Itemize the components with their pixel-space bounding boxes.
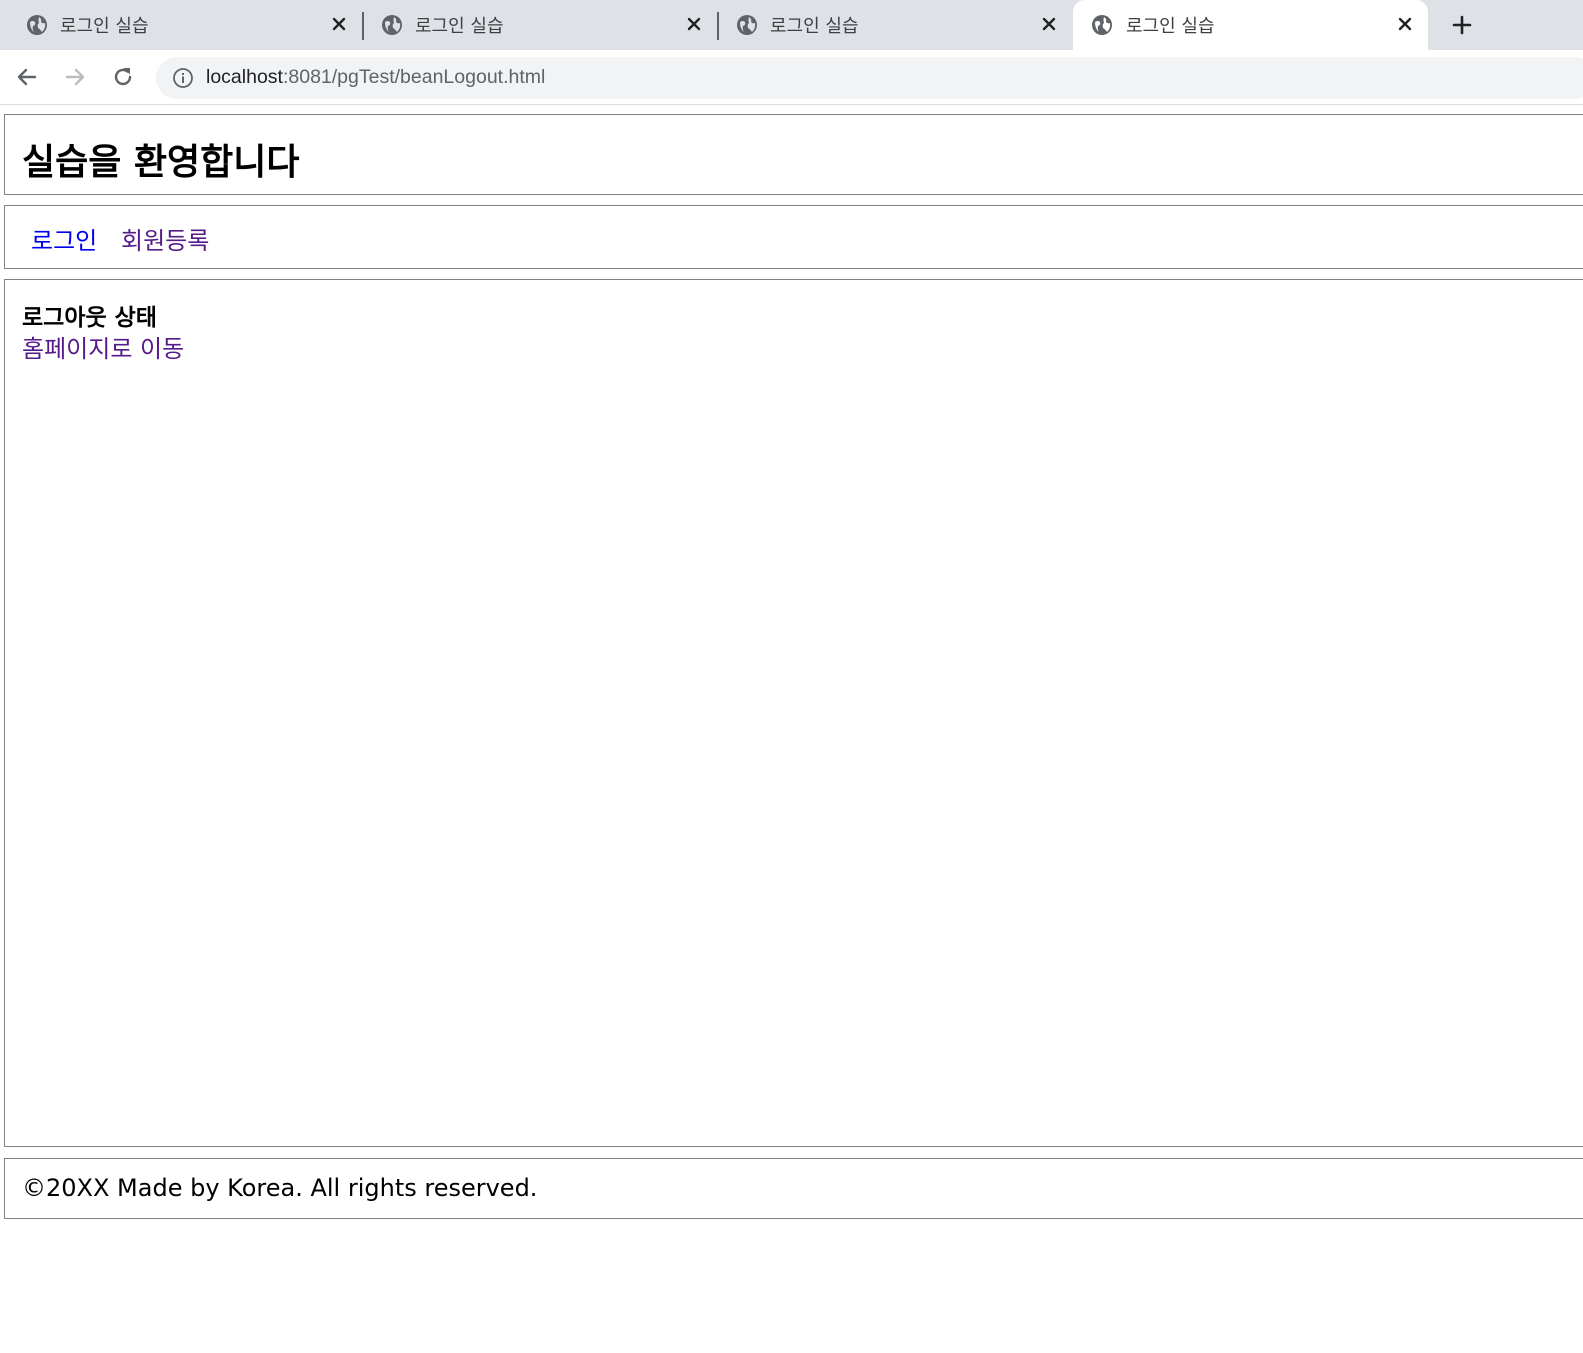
reload-icon[interactable] [110, 64, 136, 90]
logout-status: 로그아웃 상태 [22, 305, 157, 331]
home-link[interactable]: 홈페이지로 이동 [22, 329, 184, 364]
arrow-right-icon[interactable] [62, 64, 88, 90]
arrow-left-icon[interactable] [14, 64, 40, 90]
close-icon[interactable] [1040, 15, 1058, 33]
tab-title: 로그인 실습 [415, 16, 504, 37]
browser-tab-active[interactable]: 로그인 실습 [1073, 0, 1428, 52]
browser-tab[interactable]: 로그인 실습 [355, 0, 710, 50]
tab-strip: 로그인 실습 로그인 실습 로그인 실습 로그인 실습 [0, 0, 1583, 52]
page-nav: 로그인 회원등록 [4, 205, 1583, 269]
browser-tab[interactable]: 로그인 실습 [710, 0, 1065, 50]
globe-icon [1092, 15, 1112, 35]
tab-title: 로그인 실습 [770, 16, 859, 37]
globe-icon [737, 15, 757, 35]
close-icon[interactable] [330, 15, 348, 33]
browser-tab[interactable]: 로그인 실습 [0, 0, 355, 50]
close-icon[interactable] [685, 15, 703, 33]
login-link[interactable]: 로그인 [31, 221, 97, 256]
url-host: localhost [206, 66, 283, 88]
tab-title: 로그인 실습 [60, 16, 149, 37]
page-footer: ©20XX Made by Korea. All rights reserved… [4, 1158, 1583, 1219]
register-link[interactable]: 회원등록 [121, 221, 209, 256]
tab-title: 로그인 실습 [1126, 16, 1215, 37]
browser-toolbar: localhost:8081/pgTest/beanLogout.html [0, 50, 1583, 105]
page-header: 실습을 환영합니다 [4, 114, 1583, 195]
page-content: 로그아웃 상태 홈페이지로 이동 [4, 279, 1583, 1147]
url-text: localhost:8081/pgTest/beanLogout.html [206, 66, 545, 89]
copyright-text: ©20XX Made by Korea. All rights reserved… [22, 1174, 538, 1202]
url-path: :8081/pgTest/beanLogout.html [282, 66, 546, 88]
globe-icon [382, 15, 402, 35]
info-icon[interactable] [172, 67, 194, 89]
globe-icon [27, 15, 47, 35]
close-icon[interactable] [1396, 15, 1414, 33]
plus-icon[interactable] [1450, 13, 1474, 37]
address-bar[interactable]: localhost:8081/pgTest/beanLogout.html [156, 57, 1583, 99]
page-title: 실습을 환영합니다 [22, 142, 300, 183]
